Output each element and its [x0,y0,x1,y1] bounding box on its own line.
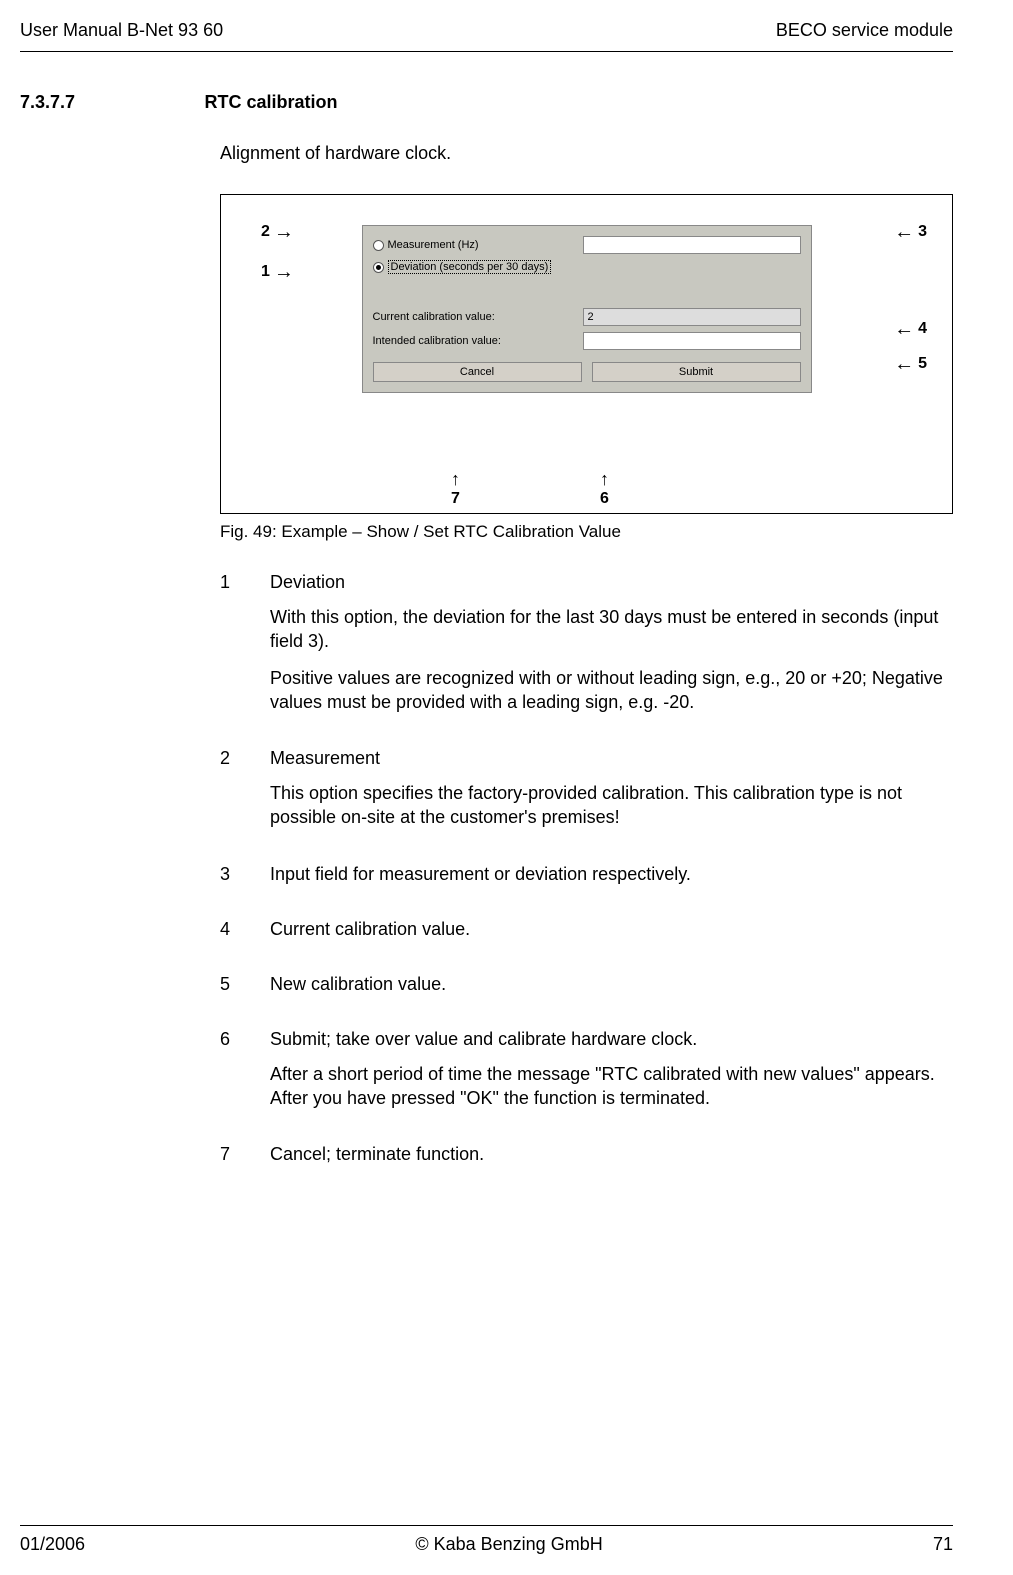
list-paragraph: Positive values are recognized with or w… [270,666,953,715]
list-body: Submit; take over value and calibrate ha… [270,1029,953,1123]
radio-deviation[interactable] [373,262,384,273]
label-current: Current calibration value: [373,311,495,323]
annotation-6: 6 [600,469,609,508]
header-right: BECO service module [776,20,953,41]
list-body: Cancel; terminate function. [270,1144,484,1177]
list-item: 6Submit; take over value and calibrate h… [220,1029,953,1123]
list-title: Measurement [270,748,953,769]
annotation-3: 3 [894,223,927,241]
cancel-button[interactable]: Cancel [373,362,582,382]
header-left: User Manual B-Net 93 60 [20,20,223,41]
page-header: User Manual B-Net 93 60 BECO service mod… [20,20,953,52]
list-number: 5 [220,974,270,1007]
list-number: 1 [220,572,270,726]
list-item: 1Deviation With this option, the deviatio… [220,572,953,726]
list-body: New calibration value. [270,974,446,1007]
list-paragraph: After a short period of time the message… [270,1062,953,1111]
input-intended[interactable] [583,332,801,350]
list-number: 4 [220,919,270,952]
list-item: 2Measurement This option specifies the fa… [220,748,953,842]
list-body: Input field for measurement or deviation… [270,864,691,897]
list-item: 7Cancel; terminate function. [220,1144,953,1177]
annotation-4: 4 [894,320,927,338]
list-body: Deviation With this option, the deviation… [270,572,953,726]
list-number: 6 [220,1029,270,1123]
intro-text: Alignment of hardware clock. [220,143,953,164]
annotation-1: 1 [261,263,294,281]
list-number: 3 [220,864,270,897]
list-body: Current calibration value. [270,919,470,952]
section-title: RTC calibration [204,92,337,112]
section-heading: 7.3.7.7 RTC calibration [20,92,953,113]
page-footer: 01/2006 © Kaba Benzing GmbH 71 [20,1525,953,1555]
radio-measurement[interactable] [373,240,384,251]
section-number: 7.3.7.7 [20,92,200,113]
label-deviation: Deviation (seconds per 30 days) [388,260,552,274]
list-title: Cancel; terminate function. [270,1144,484,1165]
list-title: Submit; take over value and calibrate ha… [270,1029,953,1050]
list-paragraph: With this option, the deviation for the … [270,605,953,654]
submit-button[interactable]: Submit [592,362,801,382]
annotation-2: 2 [261,223,294,241]
footer-center: © Kaba Benzing GmbH [415,1534,602,1555]
label-measurement: Measurement (Hz) [388,239,479,251]
list-body: Measurement This option specifies the fac… [270,748,953,842]
annotation-5: 5 [894,355,927,373]
bottom-annotations: 7 6 [451,469,609,508]
list-item: 3Input field for measurement or deviatio… [220,864,953,897]
list-title: New calibration value. [270,974,446,995]
list-title: Deviation [270,572,953,593]
rtc-dialog: Measurement (Hz) Deviation (seconds per … [362,225,812,393]
list-item: 4Current calibration value. [220,919,953,952]
list-title: Input field for measurement or deviation… [270,864,691,885]
footer-right: 71 [933,1534,953,1555]
input-current: 2 [583,308,801,326]
list-title: Current calibration value. [270,919,470,940]
list-number: 7 [220,1144,270,1177]
footer-left: 01/2006 [20,1534,85,1555]
list-paragraph: This option specifies the factory-provid… [270,781,953,830]
figure-caption: Fig. 49: Example – Show / Set RTC Calibr… [220,522,953,542]
list-number: 2 [220,748,270,842]
list-item: 5New calibration value. [220,974,953,1007]
label-intended: Intended calibration value: [373,335,501,347]
figure-box: 2 1 3 4 5 Measurement (Hz) Deviation (se… [220,194,953,514]
input-measurement[interactable] [583,236,801,254]
annotation-7: 7 [451,469,460,508]
